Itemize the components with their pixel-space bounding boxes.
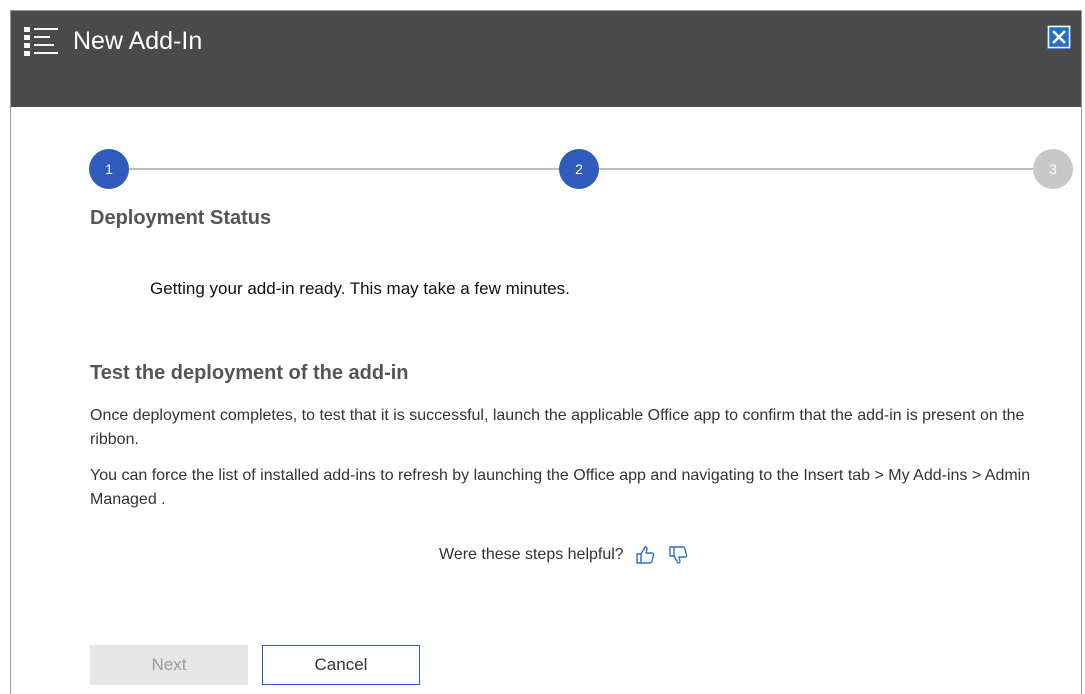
progress-stepper: 1 2 3 (89, 149, 1073, 189)
title-bar: New Add-In (11, 11, 1081, 107)
thumbs-up-icon[interactable] (634, 544, 656, 566)
step-connector (599, 168, 1033, 170)
step-1: 1 (89, 149, 129, 189)
step-connector (129, 168, 559, 170)
test-deployment-heading: Test the deployment of the add-in (90, 362, 409, 384)
deployment-status-heading: Deployment Status (90, 207, 272, 229)
cancel-button[interactable]: Cancel (262, 645, 420, 685)
add-in-dialog: New Add-In 1 2 3 Deployment Status Getti… (10, 10, 1082, 694)
status-message: Getting your add-in ready. This may take… (150, 279, 570, 298)
list-icon (24, 27, 58, 56)
thumbs-down-icon[interactable] (667, 544, 689, 566)
feedback-question: Were these steps helpful? (439, 546, 624, 563)
close-icon[interactable] (1047, 25, 1071, 49)
next-button[interactable]: Next (90, 645, 248, 685)
feedback-prompt: Were these steps helpful? (439, 541, 689, 569)
step-2: 2 (559, 149, 599, 189)
step-3: 3 (1033, 149, 1073, 189)
refresh-instructions: You can force the list of installed add-… (90, 467, 1031, 508)
test-instructions: Once deployment completes, to test that … (90, 407, 1025, 448)
dialog-title: New Add-In (73, 27, 203, 55)
